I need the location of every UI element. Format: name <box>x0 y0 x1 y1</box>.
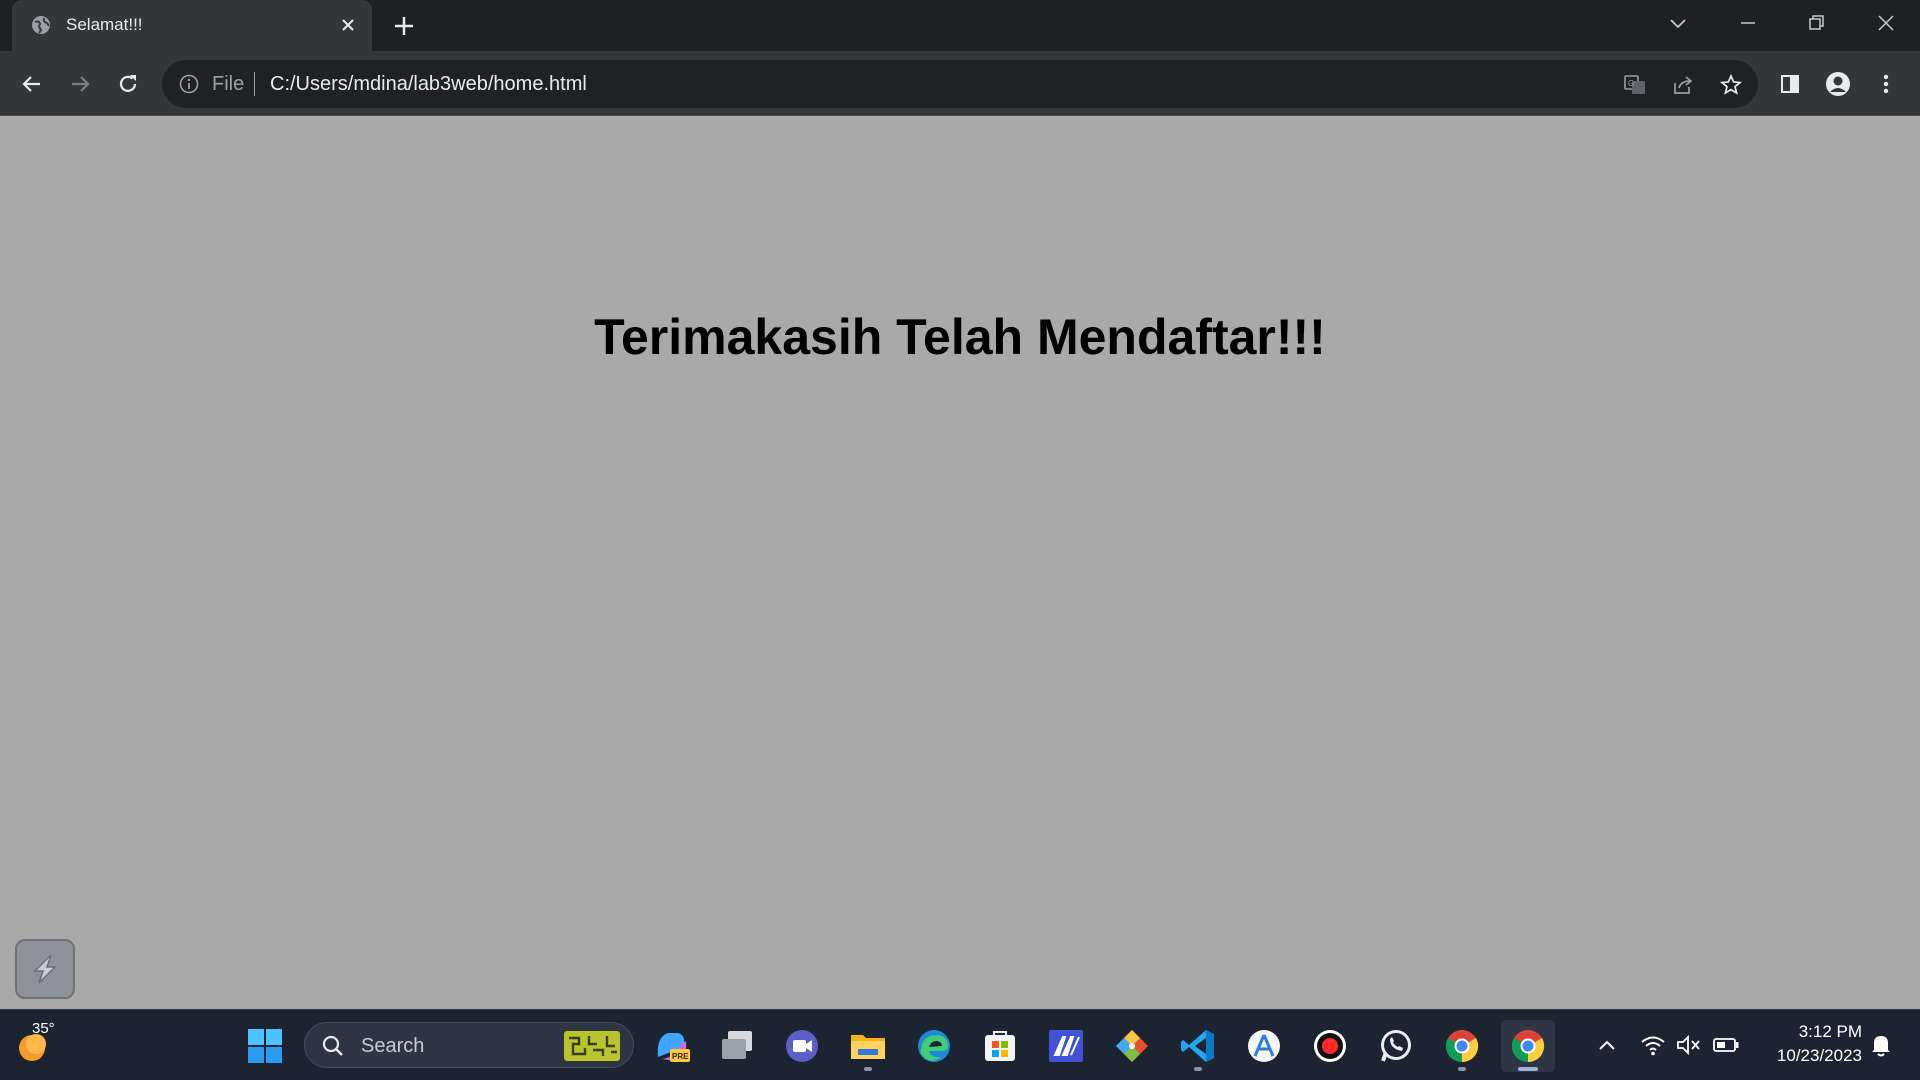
copilot-pre-icon: PRE <box>657 1033 690 1062</box>
side-panel-icon[interactable] <box>1772 66 1808 102</box>
clock-time: 3:12 PM <box>1798 1022 1862 1041</box>
tab-selamat[interactable]: Selamat!!! <box>12 0 372 51</box>
forward-arrow-icon[interactable] <box>62 66 98 102</box>
app-icon <box>1248 1030 1280 1062</box>
whatsapp-icon <box>1381 1030 1411 1062</box>
browser-tab-strip: Selamat!!! <box>0 0 1920 51</box>
search-placeholder: Search <box>361 1035 425 1057</box>
taskbar-clock[interactable]: 3:12 PM 10/23/2023 <box>1752 1020 1862 1068</box>
record-icon <box>1314 1030 1346 1062</box>
address-bar[interactable]: File C:/Users/mdina/lab3web/home.html G <box>162 60 1758 108</box>
store-icon <box>985 1031 1015 1061</box>
taskbar-app-copilot[interactable]: PRE <box>644 1020 698 1072</box>
volume-muted-icon[interactable] <box>1674 1030 1704 1060</box>
task-view-icon <box>722 1031 752 1059</box>
page-viewport: Terimakasih Telah Mendaftar!!! <box>0 116 1920 1009</box>
minimize-icon[interactable] <box>1728 8 1768 38</box>
battery-icon[interactable] <box>1710 1030 1742 1060</box>
chrome-icon <box>1445 1030 1479 1063</box>
git-icon <box>1116 1030 1148 1062</box>
running-indicator <box>1458 1067 1466 1071</box>
browser-toolbar: File C:/Users/mdina/lab3web/home.html G <box>0 51 1920 116</box>
search-icon <box>321 1034 345 1058</box>
menu-kebab-icon[interactable] <box>1868 66 1904 102</box>
taskbar-search[interactable]: Search <box>304 1022 634 1068</box>
share-icon[interactable] <box>1670 72 1696 98</box>
active-indicator <box>1518 1067 1538 1071</box>
page-heading: Terimakasih Telah Mendaftar!!! <box>594 309 1326 365</box>
taskbar-app-git[interactable] <box>1105 1020 1159 1072</box>
new-tab-icon[interactable] <box>390 12 418 40</box>
tab-search-chevron-icon[interactable] <box>1658 8 1698 38</box>
taskbar: 35° Search PRE 3:12 PM 10/23/2023 <box>0 1009 1920 1080</box>
file-explorer-icon <box>851 1035 885 1059</box>
taskbar-app-edge[interactable] <box>907 1020 961 1072</box>
taskbar-app-visual-studio[interactable] <box>1039 1020 1093 1072</box>
taskbar-app-meet[interactable] <box>775 1020 829 1072</box>
translate-icon[interactable]: G <box>1622 72 1648 98</box>
taskbar-app-vscode[interactable] <box>1171 1020 1225 1072</box>
address-separator <box>254 72 255 96</box>
restore-icon[interactable] <box>1796 8 1836 38</box>
taskbar-app-chrome-1[interactable] <box>1435 1020 1489 1072</box>
close-window-icon[interactable] <box>1866 8 1906 38</box>
taskbar-app-chrome-2[interactable] <box>1501 1020 1555 1072</box>
taskbar-app-recorder[interactable] <box>1303 1020 1357 1072</box>
tab-close-icon[interactable] <box>336 13 360 37</box>
taskbar-app-file-explorer[interactable] <box>841 1020 895 1072</box>
chrome-icon <box>1511 1030 1545 1063</box>
weather-temperature: 35° <box>32 1020 55 1037</box>
visual-studio-icon <box>1049 1030 1083 1062</box>
notification-bell-icon[interactable] <box>1866 1030 1896 1060</box>
clock-date: 10/23/2023 <box>1776 1046 1862 1065</box>
taskbar-app-whatsapp[interactable] <box>1369 1020 1423 1072</box>
meet-icon <box>786 1030 818 1062</box>
windows-logo-icon <box>248 1029 282 1063</box>
taskbar-app-generic[interactable] <box>1237 1020 1291 1072</box>
search-highlight-icon <box>563 1030 621 1062</box>
edge-icon <box>918 1030 950 1062</box>
profile-avatar-icon[interactable] <box>1820 66 1856 102</box>
start-button[interactable] <box>238 1020 292 1072</box>
svg-text:PRE: PRE <box>672 1052 689 1061</box>
running-indicator <box>1194 1067 1202 1071</box>
running-indicator <box>864 1067 872 1071</box>
vscode-icon <box>1181 1030 1214 1062</box>
taskbar-app-store[interactable] <box>973 1020 1027 1072</box>
info-icon[interactable] <box>178 73 200 95</box>
taskbar-app-task-view[interactable] <box>710 1020 764 1072</box>
tray-chevron-up-icon[interactable] <box>1592 1030 1622 1060</box>
reload-icon[interactable] <box>110 66 146 102</box>
svg-text:G: G <box>1628 79 1634 88</box>
address-scheme: File <box>212 73 245 95</box>
floating-widget-button[interactable] <box>15 939 75 999</box>
address-url[interactable]: C:/Users/mdina/lab3web/home.html <box>270 73 587 96</box>
widget-logo-icon <box>27 951 63 987</box>
bookmark-star-icon[interactable] <box>1718 72 1744 98</box>
wifi-icon[interactable] <box>1638 1030 1668 1060</box>
back-arrow-icon[interactable] <box>14 66 50 102</box>
tab-title: Selamat!!! <box>66 15 143 34</box>
globe-icon <box>30 14 52 36</box>
